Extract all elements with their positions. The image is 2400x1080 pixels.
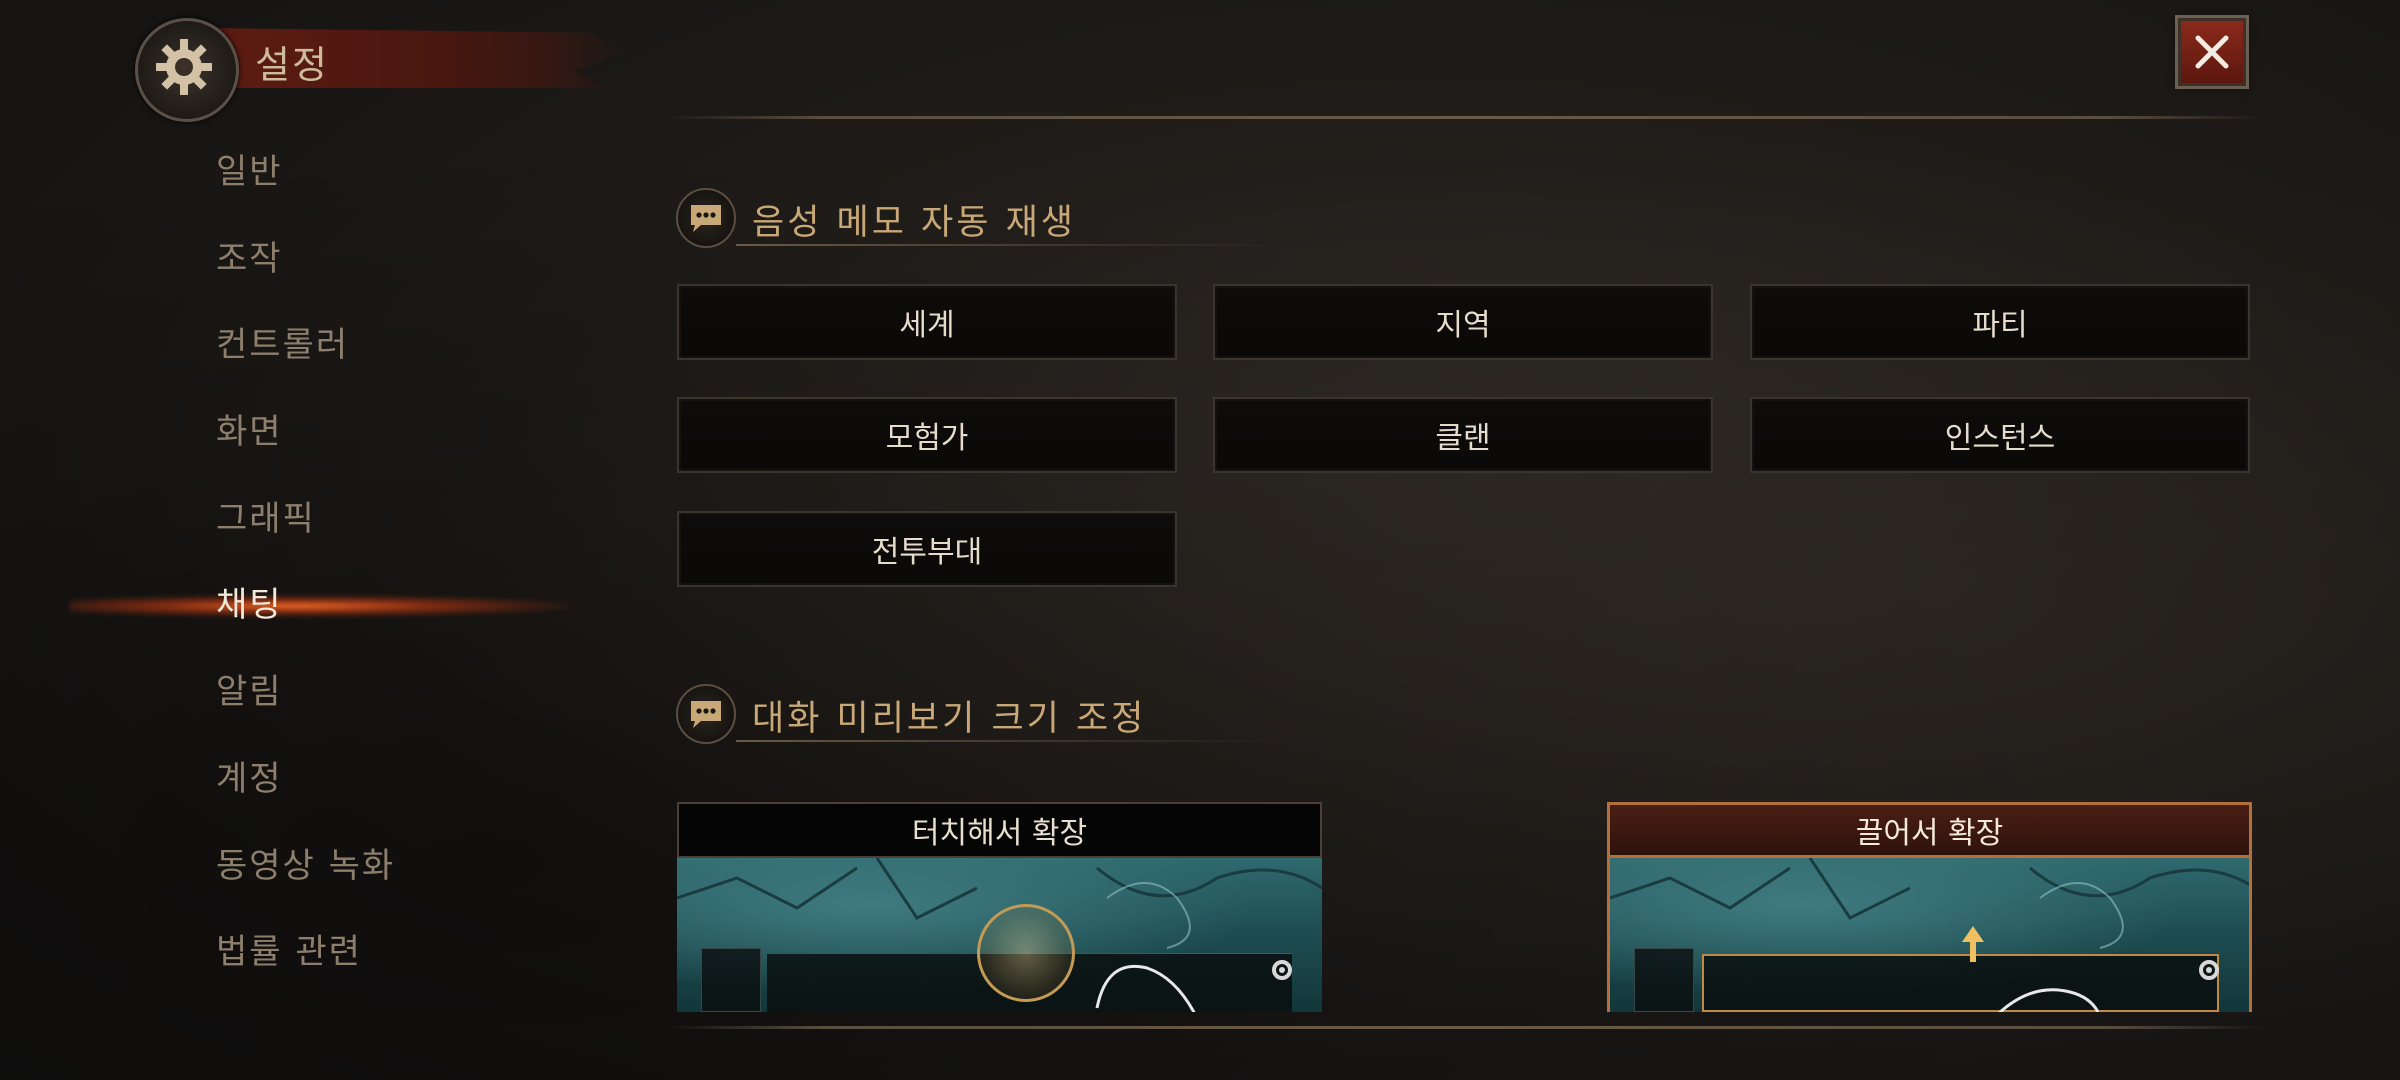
sidebar-item-label: 조작	[216, 238, 283, 279]
sidebar-item-controller[interactable]: 컨트롤러	[0, 315, 600, 402]
chat-scroll-column	[1634, 948, 1694, 1012]
preview-image-touch	[677, 858, 1322, 1012]
preview-option-label: 터치해서 확장	[677, 802, 1322, 858]
sidebar-item-controls[interactable]: 조작	[0, 229, 600, 316]
section-title: 대화 미리보기 크기 조정	[752, 699, 1147, 739]
voice-memo-option-adventurer[interactable]: 모험가	[677, 397, 1177, 473]
active-indicator-glow	[70, 595, 570, 618]
sidebar-item-label: 계정	[216, 758, 283, 799]
chat-bubble-icon	[676, 188, 736, 248]
voice-memo-option-battle-squad[interactable]: 전투부대	[677, 511, 1177, 587]
sidebar-item-graphics[interactable]: 그래픽	[0, 489, 600, 576]
section-underline	[736, 244, 1276, 246]
hand-gesture-icon	[1998, 988, 2100, 1012]
sidebar-item-notifications[interactable]: 알림	[0, 662, 600, 749]
preview-option-drag-expand[interactable]: 끌어서 확장	[1607, 802, 2252, 1012]
preview-image-drag	[1607, 858, 2252, 1012]
close-button[interactable]	[2178, 18, 2246, 86]
gear-icon	[135, 18, 239, 122]
sidebar-item-label: 채팅	[216, 585, 283, 626]
sidebar-item-label: 법률 관련	[216, 932, 362, 973]
drag-arrow-icon	[1962, 926, 1984, 962]
section-title: 음성 메모 자동 재생	[752, 203, 1076, 243]
voice-memo-option-instance[interactable]: 인스턴스	[1750, 397, 2250, 473]
voice-memo-option-region[interactable]: 지역	[1213, 284, 1713, 360]
close-icon	[2195, 35, 2229, 69]
settings-sidebar: 일반 조작 컨트롤러 화면 그래픽 채팅 알림 계정 동영상 녹화 법률 관련	[0, 142, 600, 1009]
chat-scroll-column	[701, 948, 761, 1012]
gear-icon	[2199, 960, 2219, 980]
voice-memo-option-world[interactable]: 세계	[677, 284, 1177, 360]
sidebar-item-label: 컨트롤러	[216, 325, 350, 366]
gear-icon	[1272, 960, 1292, 980]
sidebar-item-label: 알림	[216, 672, 283, 713]
bottom-divider	[665, 1026, 2265, 1029]
sidebar-item-label: 동영상 녹화	[216, 845, 396, 886]
voice-memo-option-clan[interactable]: 클랜	[1213, 397, 1713, 473]
sidebar-item-general[interactable]: 일반	[0, 142, 600, 229]
sidebar-item-label: 일반	[216, 152, 283, 192]
preview-option-touch-expand[interactable]: 터치해서 확장	[677, 802, 1322, 1012]
sidebar-item-label: 그래픽	[216, 498, 316, 539]
voice-memo-option-party[interactable]: 파티	[1750, 284, 2250, 360]
sidebar-item-legal[interactable]: 법률 관련	[0, 922, 600, 1009]
touch-indicator-icon	[977, 904, 1075, 1002]
hand-gesture-icon	[1095, 964, 1196, 1012]
sidebar-item-display[interactable]: 화면	[0, 402, 600, 489]
sidebar-item-account[interactable]: 계정	[0, 749, 600, 836]
sidebar-item-video-recording[interactable]: 동영상 녹화	[0, 836, 600, 923]
sidebar-item-label: 화면	[216, 412, 283, 453]
page-title: 설정	[255, 43, 329, 87]
settings-header: 설정	[135, 18, 640, 122]
top-divider	[665, 116, 2265, 119]
section-underline	[736, 740, 1276, 742]
chat-bubble-icon	[676, 684, 736, 744]
sidebar-item-chat[interactable]: 채팅	[0, 575, 600, 662]
preview-option-label: 끌어서 확장	[1607, 802, 2252, 858]
